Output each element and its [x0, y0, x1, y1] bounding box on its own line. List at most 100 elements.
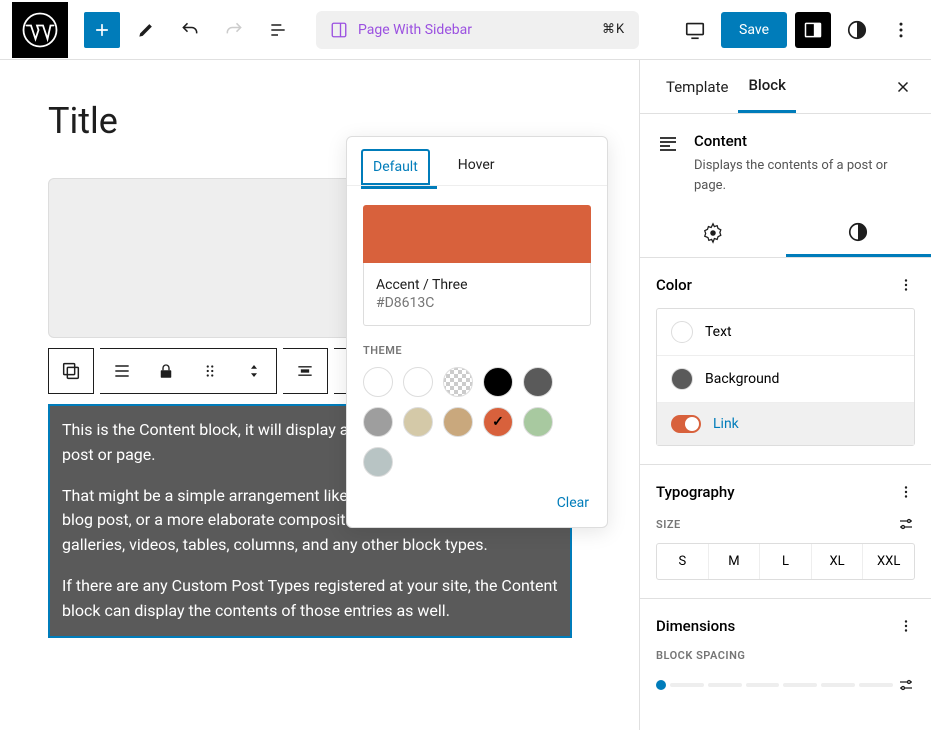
link-color-dot	[671, 415, 701, 433]
more-vertical-icon	[897, 483, 915, 501]
lock-button[interactable]	[144, 349, 188, 393]
sidebar-tabs: Template Block	[640, 60, 931, 114]
typography-panel-menu[interactable]	[897, 483, 915, 501]
typography-panel-title: Typography	[656, 483, 735, 501]
swatch-white-1[interactable]	[363, 367, 393, 397]
swatch-white-2[interactable]	[403, 367, 433, 397]
redo-icon	[224, 20, 244, 40]
color-panel: Color Text Background Link	[640, 258, 931, 465]
sidebar-icon	[803, 20, 823, 40]
swatch-sand[interactable]	[403, 407, 433, 437]
size-s[interactable]: S	[657, 544, 708, 579]
color-row-text[interactable]: Text	[657, 309, 914, 355]
layout-icon	[330, 21, 348, 39]
swatch-info: Accent / Three #D8613C	[363, 263, 591, 326]
block-description: Displays the contents of a post or page.	[694, 156, 915, 195]
drag-handle[interactable]	[188, 349, 232, 393]
block-type-button[interactable]	[49, 349, 93, 393]
subtab-styles[interactable]	[786, 209, 931, 257]
size-xl[interactable]: XL	[811, 544, 863, 579]
settings-icon[interactable]	[897, 676, 915, 694]
drag-icon	[201, 362, 219, 380]
contrast-icon	[847, 221, 869, 243]
more-vertical-icon	[897, 276, 915, 294]
selected-swatch-preview[interactable]	[363, 205, 591, 263]
swatch-slate[interactable]	[363, 447, 393, 477]
size-m[interactable]: M	[708, 544, 760, 579]
content-icon	[656, 132, 680, 195]
tab-template[interactable]: Template	[656, 62, 738, 112]
undo-button[interactable]	[172, 12, 208, 48]
dimensions-panel-title: Dimensions	[656, 617, 735, 635]
close-sidebar-button[interactable]	[891, 75, 915, 99]
contrast-icon	[846, 19, 868, 41]
swatch-transparent[interactable]	[443, 367, 473, 397]
edit-button[interactable]	[128, 12, 164, 48]
block-spacing-slider[interactable]	[656, 676, 915, 694]
color-panel-menu[interactable]	[897, 276, 915, 294]
wordpress-icon	[22, 12, 58, 48]
desktop-icon	[684, 19, 706, 41]
view-button[interactable]	[677, 12, 713, 48]
page-title-pill[interactable]: Page With Sidebar ⌘K	[316, 11, 639, 49]
copy-icon	[60, 360, 82, 382]
tab-hover[interactable]: Hover	[448, 149, 505, 185]
main-area: Title	[0, 60, 931, 730]
move-button[interactable]	[232, 349, 276, 393]
dimensions-panel: Dimensions BLOCK SPACING	[640, 599, 931, 712]
swatch-hex: #D8613C	[376, 295, 578, 311]
options-button[interactable]	[883, 12, 919, 48]
block-subtabs	[640, 209, 931, 258]
keyboard-shortcut: ⌘K	[602, 22, 625, 37]
size-label: SIZE	[656, 518, 681, 531]
redo-button[interactable]	[216, 12, 252, 48]
swatch-gray[interactable]	[363, 407, 393, 437]
swatch-accent-three[interactable]	[483, 407, 513, 437]
block-info: Content Displays the contents of a post …	[640, 114, 931, 209]
size-selector: S M L XL XXL	[656, 543, 915, 580]
swatch-sage[interactable]	[523, 407, 553, 437]
bg-color-label: Background	[705, 371, 779, 387]
color-row-link[interactable]: Link	[657, 402, 914, 445]
clear-color-button[interactable]: Clear	[347, 477, 607, 527]
typography-panel: Typography SIZE S M L XL XXL	[640, 465, 931, 599]
swatch-black[interactable]	[483, 367, 513, 397]
page-title-text: Page With Sidebar	[358, 22, 472, 38]
swatch-name: Accent / Three	[376, 277, 578, 293]
slider-thumb[interactable]	[656, 680, 666, 690]
align-wide-icon	[295, 361, 315, 381]
link-color-label: Link	[713, 416, 739, 432]
save-button[interactable]: Save	[721, 12, 787, 48]
list-icon	[268, 20, 288, 40]
dimensions-panel-menu[interactable]	[897, 617, 915, 635]
gear-icon	[702, 222, 724, 244]
size-xxl[interactable]: XXL	[862, 544, 914, 579]
block-title: Content	[694, 132, 915, 150]
add-block-button[interactable]	[84, 12, 120, 48]
text-color-label: Text	[705, 324, 732, 340]
editor-canvas: Title	[0, 60, 639, 730]
tab-block[interactable]: Block	[738, 60, 795, 113]
tab-default[interactable]: Default	[361, 149, 430, 185]
document-overview-button[interactable]	[260, 12, 296, 48]
align-button[interactable]	[100, 349, 144, 393]
theme-section-label: THEME	[363, 344, 591, 357]
color-popover: Default Hover Accent / Three #D8613C THE…	[346, 136, 608, 528]
theme-swatches	[347, 367, 607, 477]
plus-icon	[92, 20, 112, 40]
lock-icon	[157, 362, 175, 380]
wordpress-logo[interactable]	[12, 2, 68, 58]
settings-sidebar-toggle[interactable]	[795, 12, 831, 48]
align-icon	[112, 361, 132, 381]
swatch-gray-dark[interactable]	[523, 367, 553, 397]
more-vertical-icon	[891, 20, 911, 40]
width-button[interactable]	[283, 349, 327, 393]
pencil-icon	[136, 20, 156, 40]
settings-icon[interactable]	[897, 515, 915, 533]
block-spacing-label: BLOCK SPACING	[656, 649, 745, 662]
styles-button[interactable]	[839, 12, 875, 48]
swatch-tan[interactable]	[443, 407, 473, 437]
color-row-background[interactable]: Background	[657, 355, 914, 402]
size-l[interactable]: L	[759, 544, 811, 579]
subtab-settings[interactable]	[640, 209, 786, 257]
